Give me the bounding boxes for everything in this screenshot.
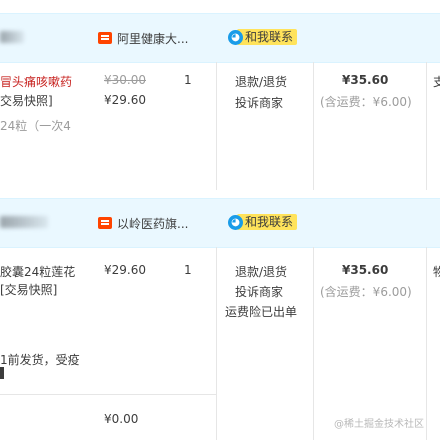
order-total: ¥35.60	[342, 73, 389, 87]
complain-link[interactable]: 投诉商家	[235, 94, 283, 111]
shop-name[interactable]: 阿里健康大...	[117, 30, 188, 47]
snapshot-link[interactable]: [交易快照]	[0, 281, 57, 298]
shipping-fee: (含运费：¥6.00)	[320, 285, 412, 299]
order-id-blurred	[0, 216, 48, 228]
item-title-link[interactable]: 冒头痛咳嗽药	[0, 73, 72, 90]
column-divider	[426, 62, 427, 190]
shop-link[interactable]: 以岭医药旗...	[98, 214, 188, 232]
column-divider	[313, 62, 314, 190]
quantity: 1	[184, 73, 192, 87]
item-title-link[interactable]: 胶囊24粒莲花	[0, 263, 75, 280]
shop-name[interactable]: 以岭医药旗...	[117, 215, 188, 232]
unit-price: ¥29.60	[104, 263, 146, 277]
note-clip	[0, 367, 4, 379]
order-total: ¥35.60	[342, 263, 389, 277]
shop-icon	[98, 217, 112, 229]
shipping-fee: (含运费：¥6.00)	[320, 95, 412, 109]
watermark: @稀土掘金技术社区	[334, 419, 424, 430]
shop-icon	[98, 32, 112, 44]
column-divider	[216, 247, 217, 440]
original-price: ¥30.00	[104, 73, 146, 87]
chat-icon: ◕	[228, 29, 243, 45]
order-id-blurred	[0, 31, 24, 43]
row-divider	[0, 394, 216, 395]
order-header: 以岭医药旗... ◕ 和我联系	[0, 198, 440, 248]
chat-icon: ◕	[228, 214, 243, 230]
shop-link[interactable]: 阿里健康大...	[98, 29, 188, 47]
refund-link[interactable]: 退款/退货	[235, 73, 287, 90]
extra-price: ¥0.00	[104, 412, 139, 426]
status-clipped: 物	[433, 265, 440, 279]
quantity: 1	[184, 263, 192, 277]
complain-link[interactable]: 投诉商家	[235, 283, 283, 300]
shipping-note: 1前发货，受疫	[0, 353, 80, 367]
refund-link[interactable]: 退款/退货	[235, 263, 287, 280]
column-divider	[426, 247, 427, 440]
contact-label[interactable]: 和我联系	[237, 29, 298, 45]
item-spec: 24粒（一次4	[0, 119, 71, 133]
snapshot-link[interactable]: 交易快照]	[0, 92, 53, 109]
column-divider	[216, 62, 217, 190]
contact-seller-button[interactable]: ◕ 和我联系	[228, 213, 298, 231]
column-divider	[313, 247, 314, 440]
contact-label[interactable]: 和我联系	[237, 214, 298, 230]
insurance-link[interactable]: 运费险已出单	[225, 303, 297, 320]
contact-seller-button[interactable]: ◕ 和我联系	[228, 28, 298, 46]
unit-price: ¥29.60	[104, 93, 146, 107]
order-header: 阿里健康大... ◕ 和我联系	[0, 13, 440, 63]
status-clipped: 支	[433, 75, 440, 89]
